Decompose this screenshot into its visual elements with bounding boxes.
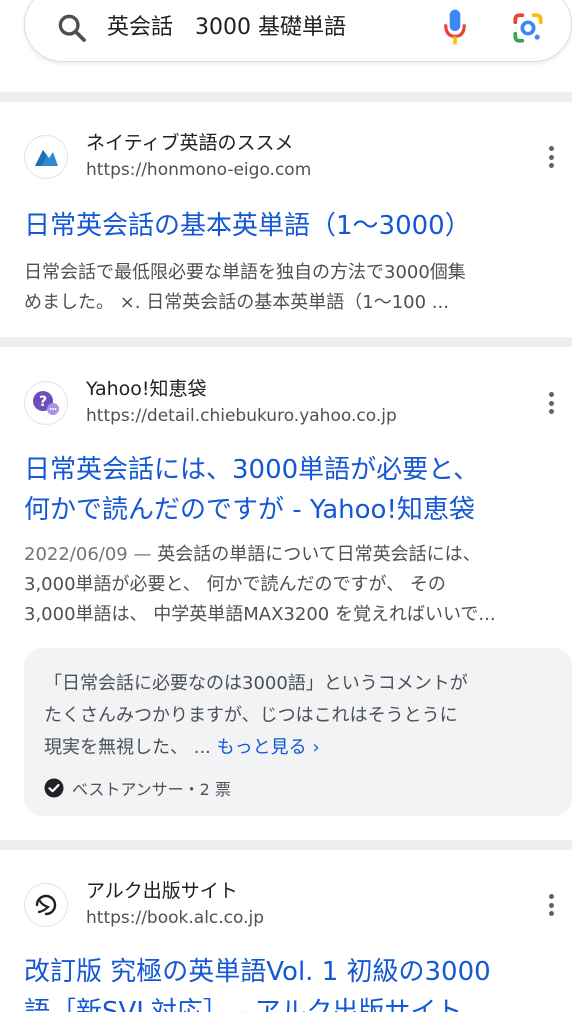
snippet-line: 日常会話で最低限必要な単語を独自の方法で3000個集	[24, 262, 466, 283]
bottom-edge	[0, 1012, 572, 1024]
google-lens-icon[interactable]	[511, 11, 545, 45]
result-source[interactable]: アルク出版サイト https://book.alc.co.jp	[24, 878, 554, 932]
result-date: 2022/06/09	[24, 544, 128, 565]
result-snippet: 2022/06/09 — 英会話の単語について日常英会話には、 3,000単語が…	[24, 540, 554, 630]
blue-mountain-logo	[35, 150, 58, 166]
site-name: Yahoo!知恵袋	[86, 378, 207, 400]
search-box[interactable]: 英会話 3000 基礎単語	[24, 0, 572, 62]
result-title-link[interactable]: 日常英会話には、3000単語が必要と、 何かで読んだのですが - Yahoo!知…	[24, 450, 564, 530]
section-divider	[0, 92, 572, 102]
more-options-icon[interactable]	[542, 142, 560, 172]
search-icon[interactable]	[55, 11, 89, 45]
result-title-link[interactable]: 日常英会話の基本英単語（1〜3000）	[24, 206, 564, 246]
result-source[interactable]: ネイティブ英語のススメ https://honmono-eigo.com	[24, 130, 554, 184]
show-more-link[interactable]: もっと見る ›	[217, 737, 320, 758]
search-input[interactable]: 英会話 3000 基礎単語	[107, 11, 346, 45]
result-source[interactable]: ? Yahoo!知恵袋 https://detail.chiebukuro.ya…	[24, 376, 554, 430]
date-separator: —	[127, 544, 158, 565]
search-header: 英会話 3000 基礎単語	[0, 0, 572, 82]
result-snippet: 日常会話で最低限必要な単語を独自の方法で3000個集 めました。 ×. 日常英会…	[24, 258, 554, 318]
result-title-line: 改訂版 究極の英単語Vol. 1 初級の3000	[24, 957, 491, 987]
site-favicon	[24, 883, 68, 927]
result-title-line: 日常英会話には、3000単語が必要と、	[24, 455, 480, 485]
check-circle-icon	[44, 778, 64, 798]
snippet-line: 3,000単語は、 中学英単語MAX3200 を覚えればいいで...	[24, 604, 496, 625]
mic-icon[interactable]	[441, 7, 469, 47]
snippet-line: 3,000単語が必要と、 何かで読んだのですが、 その	[24, 574, 446, 595]
svg-text:?: ?	[39, 394, 47, 410]
snippet-text: 英会話の単語について日常英会話には、	[157, 544, 481, 565]
section-divider	[0, 840, 572, 850]
site-favicon	[24, 135, 68, 179]
more-options-icon[interactable]	[542, 890, 560, 920]
snippet-line: めました。 ×. 日常英会話の基本英単語（1〜100 ...	[24, 292, 449, 313]
best-answer-badge: ベストアンサー・2 票	[44, 776, 231, 800]
site-name: ネイティブ英語のススメ	[86, 132, 294, 154]
answer-line: 現実を無視した、 ...	[44, 737, 217, 758]
best-answer-label: ベストアンサー・2 票	[72, 780, 231, 799]
best-answer-card[interactable]: 「日常会話に必要なのは3000語」というコメントが たくさんみつかりますが、じつ…	[24, 648, 572, 816]
site-url: https://detail.chiebukuro.yahoo.co.jp	[86, 406, 397, 426]
answer-text: 「日常会話に必要なのは3000語」というコメントが たくさんみつかりますが、じつ…	[44, 668, 552, 764]
more-options-icon[interactable]	[542, 388, 560, 418]
site-url: https://honmono-eigo.com	[86, 160, 312, 180]
question-bubble-logo: ?	[33, 391, 59, 415]
site-url: https://book.alc.co.jp	[86, 908, 265, 928]
result-title-line: 何かで読んだのですが - Yahoo!知恵袋	[24, 495, 475, 525]
site-favicon: ?	[24, 381, 68, 425]
alc-logo	[35, 894, 57, 916]
answer-line: たくさんみつかりますが、じつはこれはそうとうに	[44, 705, 458, 726]
answer-line: 「日常会話に必要なのは3000語」というコメントが	[44, 673, 468, 694]
site-name: アルク出版サイト	[86, 880, 238, 902]
section-divider	[0, 337, 572, 347]
